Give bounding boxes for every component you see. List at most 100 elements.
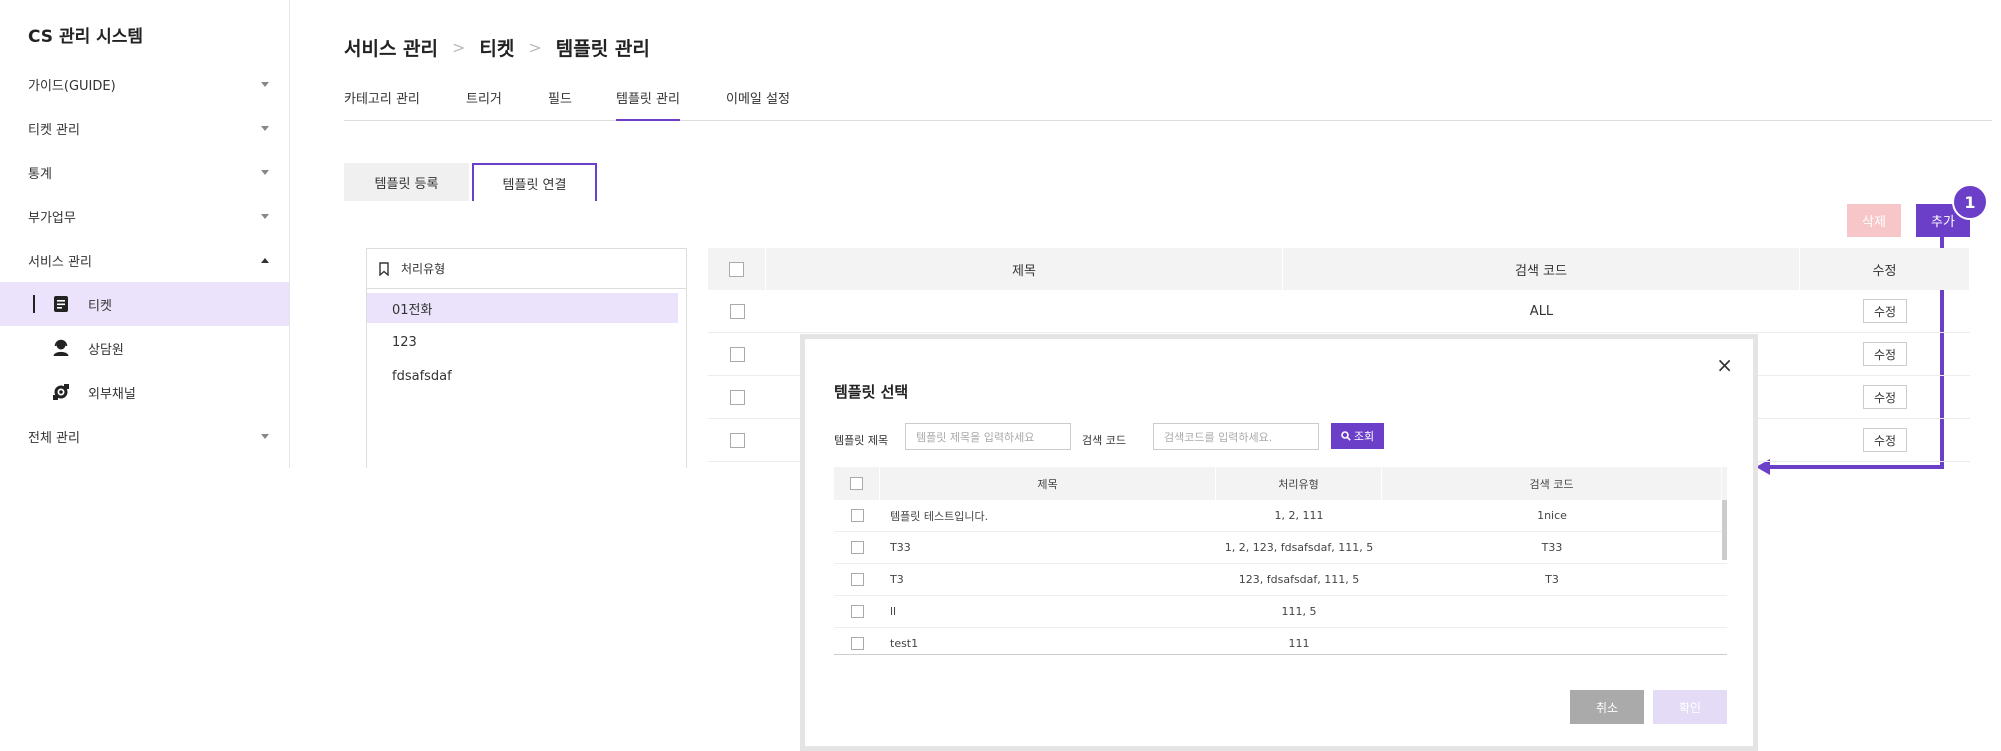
template-title-input[interactable]: 템플릿 제목을 입력하세요 bbox=[905, 423, 1071, 450]
row-type: 123, fdsafsdaf, 111, 5 bbox=[1238, 573, 1360, 586]
sidebar-item-service-management[interactable]: 서비스 관리 bbox=[0, 238, 289, 282]
column-header-code: 검색 코드 bbox=[1283, 248, 1800, 290]
external-channel-icon bbox=[53, 384, 69, 400]
sidebar-subitem-external-channel[interactable]: 외부채널 bbox=[0, 370, 289, 414]
row-code bbox=[1382, 628, 1722, 654]
process-type-item[interactable]: fdsafsdaf bbox=[367, 361, 678, 391]
process-type-title: 처리유형 bbox=[401, 262, 446, 276]
chevron-down-icon bbox=[261, 214, 269, 219]
row-checkbox[interactable] bbox=[850, 509, 864, 522]
sidebar-item-ticket-management[interactable]: 티켓 관리 bbox=[0, 106, 289, 150]
edit-button[interactable]: 수정 bbox=[1863, 428, 1907, 452]
sidebar: CS 관리 시스템 가이드(GUIDE) 티켓 관리 통계 부가업무 서비스 관… bbox=[0, 0, 290, 468]
tab-category[interactable]: 카테고리 관리 bbox=[344, 88, 420, 121]
breadcrumb-item[interactable]: 티켓 bbox=[479, 34, 514, 61]
tab-template[interactable]: 템플릿 관리 bbox=[616, 88, 680, 121]
sidebar-item-label: 전체 관리 bbox=[28, 430, 80, 446]
row-checkbox[interactable] bbox=[850, 573, 864, 586]
tab-email-settings[interactable]: 이메일 설정 bbox=[726, 88, 790, 121]
template-select-modal: × 템플릿 선택 템플릿 제목 템플릿 제목을 입력하세요 검색 코드 검색코드… bbox=[800, 334, 1758, 751]
row-checkbox[interactable] bbox=[729, 389, 745, 405]
column-header-title: 제목 bbox=[766, 248, 1283, 290]
chevron-down-icon bbox=[261, 126, 269, 131]
table-body[interactable]: 템플릿 테스트입니다. 1, 2, 111 1nice T33 1, 2, 12… bbox=[834, 500, 1727, 655]
row-checkbox[interactable] bbox=[729, 303, 745, 319]
close-icon[interactable]: × bbox=[1716, 353, 1733, 377]
row-code: T3 bbox=[1545, 573, 1559, 586]
row-type: 1, 2, 111 bbox=[1274, 509, 1324, 522]
sidebar-item-label: 외부채널 bbox=[88, 386, 136, 402]
select-all-checkbox[interactable] bbox=[850, 477, 863, 490]
sidebar-item-label: 티켓 bbox=[88, 298, 112, 314]
scrollbar[interactable] bbox=[1722, 500, 1727, 560]
row-type: 1, 2, 123, fdsafsdaf, 111, 5 bbox=[1224, 541, 1374, 554]
row-title: ll bbox=[890, 605, 897, 618]
modal-title: 템플릿 선택 bbox=[834, 383, 909, 401]
edit-button[interactable]: 수정 bbox=[1863, 342, 1907, 366]
sidebar-item-label: 통계 bbox=[28, 166, 52, 182]
table-row[interactable]: T3 123, fdsafsdaf, 111, 5 T3 bbox=[834, 564, 1727, 596]
row-title bbox=[766, 290, 1283, 332]
row-title: 템플릿 테스트입니다. bbox=[890, 509, 989, 523]
table-row[interactable]: 템플릿 테스트입니다. 1, 2, 111 1nice bbox=[834, 500, 1727, 532]
sidebar-subitem-ticket[interactable]: 티켓 bbox=[0, 282, 289, 326]
row-code: ALL bbox=[1529, 303, 1554, 319]
sidebar-item-label: 부가업무 bbox=[28, 210, 76, 226]
row-checkbox[interactable] bbox=[729, 346, 745, 362]
ticket-icon bbox=[54, 296, 68, 312]
row-checkbox[interactable] bbox=[729, 432, 745, 448]
row-code bbox=[1382, 596, 1722, 627]
sidebar-item-guide[interactable]: 가이드(GUIDE) bbox=[0, 62, 289, 106]
row-title: T3 bbox=[890, 573, 904, 586]
table-row: ALL 수정 bbox=[708, 290, 1970, 333]
app-title: CS 관리 시스템 bbox=[28, 27, 144, 47]
edit-button[interactable]: 수정 bbox=[1863, 299, 1907, 323]
subtab-template-register[interactable]: 템플릿 등록 bbox=[344, 163, 469, 201]
select-all-checkbox[interactable] bbox=[729, 261, 744, 277]
column-header-type: 처리유형 bbox=[1216, 467, 1382, 500]
chevron-down-icon bbox=[261, 82, 269, 87]
subtab-template-link[interactable]: 템플릿 연결 bbox=[472, 163, 597, 201]
chevron-right-icon: > bbox=[452, 38, 466, 57]
table-header: 제목 검색 코드 수정 bbox=[708, 248, 1970, 290]
sidebar-item-statistics[interactable]: 통계 bbox=[0, 150, 289, 194]
cancel-button[interactable]: 취소 bbox=[1570, 690, 1644, 724]
bookmark-icon bbox=[379, 261, 389, 276]
process-type-item[interactable]: 01전화 bbox=[367, 293, 678, 323]
sidebar-item-all-management[interactable]: 전체 관리 bbox=[0, 414, 289, 458]
sidebar-item-label: 상담원 bbox=[88, 342, 124, 358]
template-title-label: 템플릿 제목 bbox=[834, 434, 889, 447]
column-header-code: 검색 코드 bbox=[1382, 467, 1722, 500]
agent-icon bbox=[53, 339, 69, 356]
search-code-input[interactable]: 검색코드를 입력하세요. bbox=[1153, 423, 1319, 450]
tab-field[interactable]: 필드 bbox=[548, 88, 572, 121]
chevron-down-icon bbox=[261, 170, 269, 175]
table-row[interactable]: test1 111 bbox=[834, 628, 1727, 654]
confirm-button[interactable]: 확인 bbox=[1653, 690, 1727, 724]
row-title: T33 bbox=[890, 541, 911, 554]
edit-button[interactable]: 수정 bbox=[1863, 385, 1907, 409]
sidebar-item-label: 티켓 관리 bbox=[28, 122, 80, 138]
tab-bar: 카테고리 관리 트리거 필드 템플릿 관리 이메일 설정 bbox=[344, 84, 1992, 121]
active-indicator bbox=[33, 295, 35, 313]
tab-trigger[interactable]: 트리거 bbox=[466, 88, 502, 121]
search-icon bbox=[1341, 431, 1351, 441]
sidebar-subitem-agent[interactable]: 상담원 bbox=[0, 326, 289, 370]
table-row[interactable]: T33 1, 2, 123, fdsafsdaf, 111, 5 T33 bbox=[834, 532, 1727, 564]
row-type: 111 bbox=[1288, 637, 1310, 650]
sidebar-item-label: 서비스 관리 bbox=[28, 254, 92, 270]
process-type-panel: 처리유형 01전화 123 fdsafsdaf bbox=[366, 248, 687, 468]
sidebar-item-additional-work[interactable]: 부가업무 bbox=[0, 194, 289, 238]
row-checkbox[interactable] bbox=[850, 605, 864, 618]
search-button[interactable]: 조회 bbox=[1331, 423, 1384, 449]
row-checkbox[interactable] bbox=[850, 541, 864, 554]
table-row[interactable]: ll 111, 5 bbox=[834, 596, 1727, 628]
breadcrumb-item[interactable]: 서비스 관리 bbox=[344, 34, 438, 61]
delete-button[interactable]: 삭제 bbox=[1847, 204, 1901, 237]
row-code: T33 bbox=[1541, 541, 1563, 554]
search-code-label: 검색 코드 bbox=[1082, 434, 1126, 447]
row-checkbox[interactable] bbox=[850, 637, 864, 650]
template-select-table: 제목 처리유형 검색 코드 템플릿 테스트입니다. 1, 2, 111 1nic… bbox=[834, 467, 1727, 655]
annotation-arrow-line bbox=[1768, 465, 1944, 469]
process-type-item[interactable]: 123 bbox=[367, 327, 678, 357]
